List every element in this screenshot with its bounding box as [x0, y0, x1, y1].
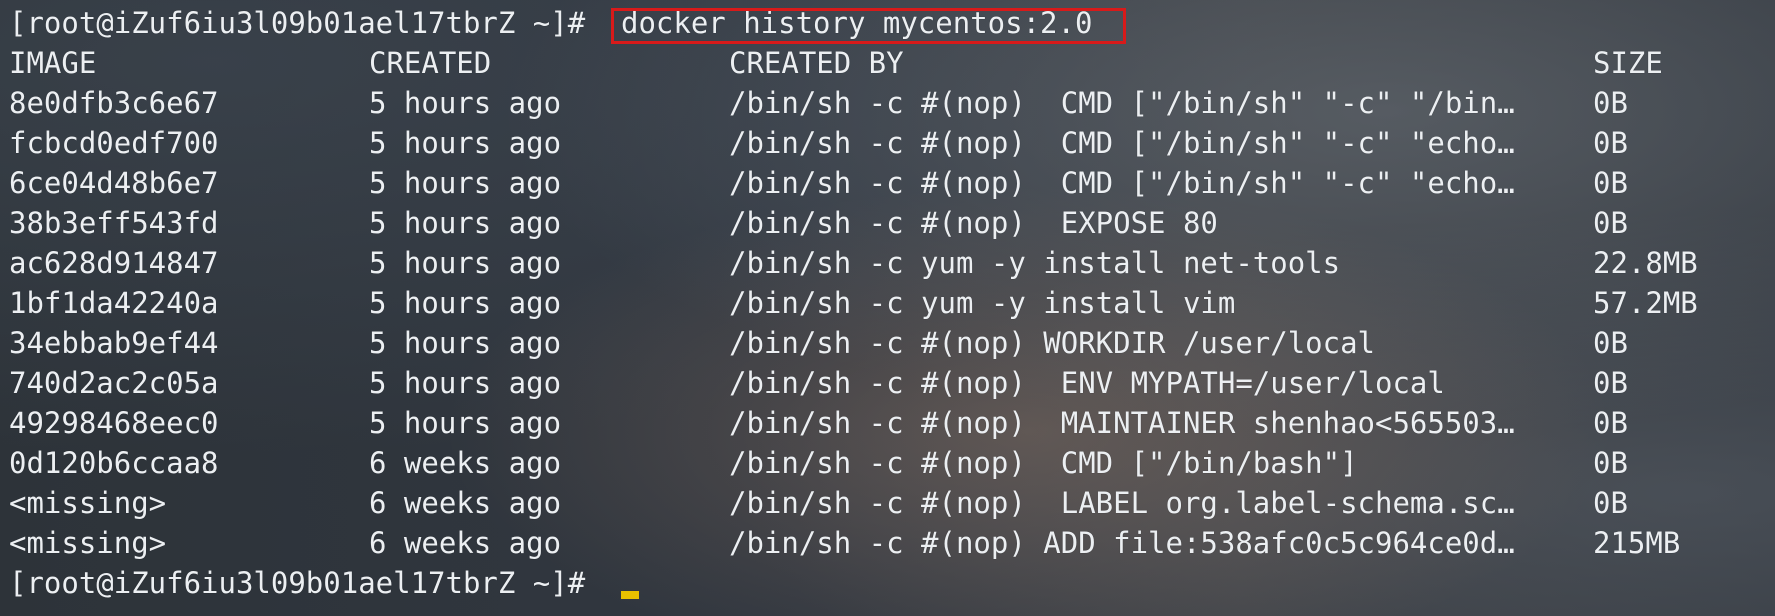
- table-row: 1bf1da42240a 5 hours ago /bin/sh -c yum …: [0, 283, 1775, 323]
- text-cursor: [621, 591, 639, 599]
- created-by-cell: /bin/sh -c #(nop) CMD ["/bin/sh" "-c" "e…: [729, 166, 1515, 200]
- created-by-cell: /bin/sh -c #(nop) MAINTAINER shenhao<565…: [729, 406, 1515, 440]
- created-cell: 5 hours ago: [369, 246, 562, 280]
- created-cell: 5 hours ago: [369, 206, 562, 240]
- created-cell: 6 weeks ago: [369, 446, 562, 480]
- shell-prompt: [root@iZuf6iu3l09b01ael17tbrZ ~]#: [9, 6, 586, 40]
- created-cell: 5 hours ago: [369, 286, 562, 320]
- table-row: 6ce04d48b6e7 5 hours ago /bin/sh -c #(no…: [0, 163, 1775, 203]
- image-id-cell: <missing>: [9, 486, 167, 520]
- created-by-cell: /bin/sh -c yum -y install vim: [729, 286, 1236, 320]
- image-id-cell: 38b3eff543fd: [9, 206, 219, 240]
- size-cell: 0B: [1593, 446, 1628, 480]
- header-created-by: CREATED BY: [729, 46, 904, 80]
- table-row: 740d2ac2c05a 5 hours ago /bin/sh -c #(no…: [0, 363, 1775, 403]
- prompt-line-current[interactable]: [root@iZuf6iu3l09b01ael17tbrZ ~]#: [0, 563, 1775, 603]
- size-cell: 0B: [1593, 206, 1628, 240]
- created-cell: 5 hours ago: [369, 86, 562, 120]
- image-id-cell: ac628d914847: [9, 246, 219, 280]
- created-cell: 6 weeks ago: [369, 526, 562, 560]
- table-row: 49298468eec0 5 hours ago /bin/sh -c #(no…: [0, 403, 1775, 443]
- table-header-row: IMAGE CREATED CREATED BY SIZE: [0, 43, 1775, 83]
- size-cell: 0B: [1593, 166, 1628, 200]
- created-cell: 5 hours ago: [369, 326, 562, 360]
- image-id-cell: 34ebbab9ef44: [9, 326, 219, 360]
- created-by-cell: /bin/sh -c #(nop) CMD ["/bin/bash"]: [729, 446, 1358, 480]
- created-by-cell: /bin/sh -c #(nop) CMD ["/bin/sh" "-c" "/…: [729, 86, 1515, 120]
- created-cell: 5 hours ago: [369, 126, 562, 160]
- image-id-cell: <missing>: [9, 526, 167, 560]
- header-image: IMAGE: [9, 46, 97, 80]
- table-row: fcbcd0edf700 5 hours ago /bin/sh -c #(no…: [0, 123, 1775, 163]
- size-cell: 57.2MB: [1593, 286, 1698, 320]
- image-id-cell: 0d120b6ccaa8: [9, 446, 219, 480]
- created-by-cell: /bin/sh -c #(nop) EXPOSE 80: [729, 206, 1218, 240]
- created-cell: 6 weeks ago: [369, 486, 562, 520]
- size-cell: 0B: [1593, 366, 1628, 400]
- size-cell: 0B: [1593, 326, 1628, 360]
- terminal-window[interactable]: [root@iZuf6iu3l09b01ael17tbrZ ~]# docker…: [0, 0, 1775, 616]
- created-by-cell: /bin/sh -c #(nop) CMD ["/bin/sh" "-c" "e…: [729, 126, 1515, 160]
- created-by-cell: /bin/sh -c yum -y install net-tools: [729, 246, 1341, 280]
- created-by-cell: /bin/sh -c #(nop) WORKDIR /user/local: [729, 326, 1376, 360]
- image-id-cell: 8e0dfb3c6e67: [9, 86, 219, 120]
- table-row: 8e0dfb3c6e67 5 hours ago /bin/sh -c #(no…: [0, 83, 1775, 123]
- table-row: <missing> 6 weeks ago /bin/sh -c #(nop) …: [0, 483, 1775, 523]
- header-size: SIZE: [1593, 46, 1663, 80]
- size-cell: 215MB: [1593, 526, 1681, 560]
- created-cell: 5 hours ago: [369, 406, 562, 440]
- header-created: CREATED: [369, 46, 492, 80]
- command-highlight-box: [611, 8, 1126, 44]
- shell-prompt: [root@iZuf6iu3l09b01ael17tbrZ ~]#: [9, 566, 586, 600]
- size-cell: 0B: [1593, 406, 1628, 440]
- size-cell: 0B: [1593, 486, 1628, 520]
- created-cell: 5 hours ago: [369, 366, 562, 400]
- image-id-cell: 49298468eec0: [9, 406, 219, 440]
- image-id-cell: 1bf1da42240a: [9, 286, 219, 320]
- table-row: 0d120b6ccaa8 6 weeks ago /bin/sh -c #(no…: [0, 443, 1775, 483]
- size-cell: 22.8MB: [1593, 246, 1698, 280]
- table-row: <missing> 6 weeks ago /bin/sh -c #(nop) …: [0, 523, 1775, 563]
- table-row: 38b3eff543fd 5 hours ago /bin/sh -c #(no…: [0, 203, 1775, 243]
- prompt-line-command: [root@iZuf6iu3l09b01ael17tbrZ ~]# docker…: [0, 3, 1775, 44]
- size-cell: 0B: [1593, 126, 1628, 160]
- image-id-cell: 740d2ac2c05a: [9, 366, 219, 400]
- created-by-cell: /bin/sh -c #(nop) ENV MYPATH=/user/local: [729, 366, 1445, 400]
- table-row: ac628d914847 5 hours ago /bin/sh -c yum …: [0, 243, 1775, 283]
- created-by-cell: /bin/sh -c #(nop) ADD file:538afc0c5c964…: [729, 526, 1515, 560]
- size-cell: 0B: [1593, 86, 1628, 120]
- table-row: 34ebbab9ef44 5 hours ago /bin/sh -c #(no…: [0, 323, 1775, 363]
- image-id-cell: fcbcd0edf700: [9, 126, 219, 160]
- image-id-cell: 6ce04d48b6e7: [9, 166, 219, 200]
- created-cell: 5 hours ago: [369, 166, 562, 200]
- created-by-cell: /bin/sh -c #(nop) LABEL org.label-schema…: [729, 486, 1515, 520]
